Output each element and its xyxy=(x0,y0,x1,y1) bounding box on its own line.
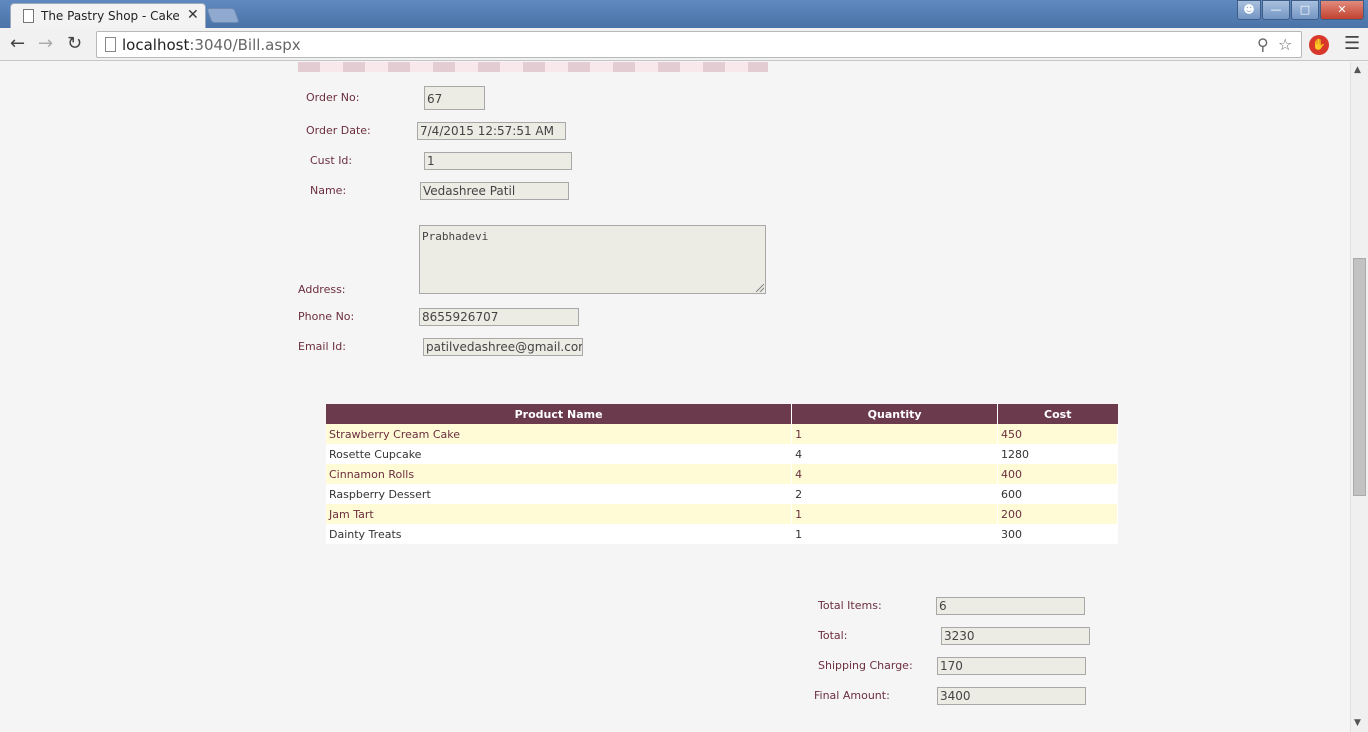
scroll-thumb[interactable] xyxy=(1353,258,1366,496)
tab-title: The Pastry Shop - Cake D xyxy=(41,9,179,23)
cust-id-field[interactable]: 1 xyxy=(424,152,572,170)
table-row: Raspberry Dessert 2 600 xyxy=(326,484,1118,504)
final-amount-field[interactable]: 3400 xyxy=(937,687,1086,705)
address-label: Address: xyxy=(298,283,346,296)
final-amount-label: Final Amount: xyxy=(814,689,890,702)
close-window-button[interactable]: ✕ xyxy=(1320,0,1364,20)
order-no-field[interactable]: 67 xyxy=(424,86,485,110)
resize-handle[interactable] xyxy=(756,284,764,292)
phone-label: Phone No: xyxy=(298,310,355,323)
quantity-cell: 2 xyxy=(791,484,999,504)
quantity-cell: 1 xyxy=(791,504,999,524)
table-row: Rosette Cupcake 4 1280 xyxy=(326,444,1118,464)
table-header-row: Product Name Quantity Cost xyxy=(326,404,1118,424)
table-row: Dainty Treats 1 300 xyxy=(326,524,1118,544)
page-icon xyxy=(23,9,34,23)
forward-arrow-icon[interactable]: → xyxy=(38,33,53,54)
cust-id-label: Cust Id: xyxy=(310,154,353,167)
phone-field[interactable]: 8655926707 xyxy=(419,308,579,326)
shipping-charge-label: Shipping Charge: xyxy=(818,659,913,672)
column-header-product: Product Name xyxy=(326,404,793,424)
name-label: Name: xyxy=(310,184,347,197)
cost-cell: 600 xyxy=(997,484,1118,504)
vertical-scrollbar[interactable]: ▲ ▼ xyxy=(1350,62,1368,732)
cost-cell: 1280 xyxy=(997,444,1118,464)
products-table: Product Name Quantity Cost Strawberry Cr… xyxy=(326,404,1118,544)
browser-toolbar: ← → ↻ localhost:3040/Bill.aspx ⚲ ☆ ✋ ☰ xyxy=(0,28,1368,61)
column-header-quantity: Quantity xyxy=(791,404,999,424)
product-name-cell: Raspberry Dessert xyxy=(326,484,793,504)
column-header-cost: Cost xyxy=(997,404,1118,424)
quantity-cell: 4 xyxy=(791,444,999,464)
address-bar[interactable]: localhost:3040/Bill.aspx ⚲ ☆ xyxy=(96,31,1302,58)
quantity-cell: 1 xyxy=(791,424,999,444)
address-textarea[interactable]: Prabhadevi xyxy=(419,225,766,294)
product-name-cell: Strawberry Cream Cake xyxy=(326,424,793,444)
cost-cell: 400 xyxy=(997,464,1118,484)
order-no-label: Order No: xyxy=(306,91,360,104)
banner-strip xyxy=(298,62,768,72)
reload-icon[interactable]: ↻ xyxy=(67,33,82,54)
cost-cell: 450 xyxy=(997,424,1118,444)
back-arrow-icon[interactable]: ← xyxy=(10,33,25,54)
table-row: Cinnamon Rolls 4 400 xyxy=(326,464,1118,484)
cost-cell: 200 xyxy=(997,504,1118,524)
scroll-down-icon[interactable]: ▼ xyxy=(1354,718,1361,728)
new-tab-button[interactable] xyxy=(206,8,240,23)
product-name-cell: Dainty Treats xyxy=(326,524,793,544)
product-name-cell: Rosette Cupcake xyxy=(326,444,793,464)
quantity-cell: 4 xyxy=(791,464,999,484)
menu-icon[interactable]: ☰ xyxy=(1344,33,1360,54)
page-content: Order No: 67 Order Date: 7/4/2015 12:57:… xyxy=(0,62,1350,732)
name-field[interactable]: Vedashree Patil xyxy=(420,182,569,200)
user-icon[interactable]: ☻ xyxy=(1237,0,1261,20)
browser-tab[interactable]: The Pastry Shop - Cake D ✕ xyxy=(10,3,206,29)
total-items-field[interactable]: 6 xyxy=(936,597,1085,615)
product-name-cell: Cinnamon Rolls xyxy=(326,464,793,484)
maximize-button[interactable]: □ xyxy=(1291,0,1319,20)
product-name-cell: Jam Tart xyxy=(326,504,793,524)
order-date-label: Order Date: xyxy=(306,124,371,137)
email-label: Email Id: xyxy=(298,340,346,353)
star-icon[interactable]: ☆ xyxy=(1278,35,1292,54)
url-text: localhost:3040/Bill.aspx xyxy=(122,36,301,54)
address-text: Prabhadevi xyxy=(422,230,489,243)
quantity-cell: 1 xyxy=(791,524,999,544)
close-icon[interactable]: ✕ xyxy=(187,7,199,23)
total-field[interactable]: 3230 xyxy=(941,627,1090,645)
table-row: Jam Tart 1 200 xyxy=(326,504,1118,524)
window-controls: ☻ — □ ✕ xyxy=(1236,0,1364,20)
shipping-charge-field[interactable]: 170 xyxy=(937,657,1086,675)
page-icon xyxy=(105,37,116,52)
order-date-field[interactable]: 7/4/2015 12:57:51 AM xyxy=(417,122,566,140)
email-field[interactable]: patilvedashree@gmail.com xyxy=(423,338,583,356)
total-label: Total: xyxy=(818,629,848,642)
cost-cell: 300 xyxy=(997,524,1118,544)
minimize-button[interactable]: — xyxy=(1262,0,1290,20)
table-row: Strawberry Cream Cake 1 450 xyxy=(326,424,1118,444)
zoom-icon[interactable]: ⚲ xyxy=(1257,35,1269,54)
extension-stop-icon[interactable]: ✋ xyxy=(1309,35,1329,55)
scroll-up-icon[interactable]: ▲ xyxy=(1354,65,1361,75)
total-items-label: Total Items: xyxy=(818,599,882,612)
window-titlebar: The Pastry Shop - Cake D ✕ ☻ — □ ✕ xyxy=(0,0,1368,29)
